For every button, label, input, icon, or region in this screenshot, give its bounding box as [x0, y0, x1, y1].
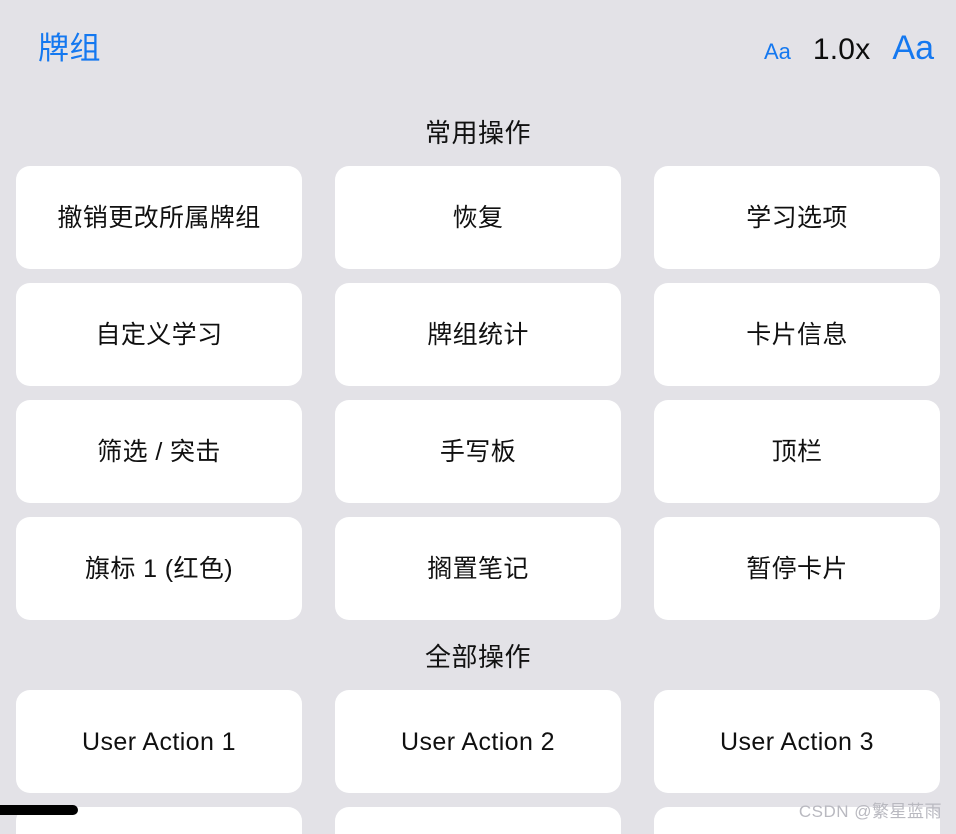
section-title: 常用操作 [424, 118, 531, 148]
action-card-label: 卡片信息 [746, 320, 848, 349]
zoom-level-value: 1.0x [812, 33, 871, 66]
action-card[interactable]: 顶栏 [654, 400, 940, 503]
action-card[interactable]: 搁置笔记 [335, 517, 621, 620]
navigation-bar: 牌组 Aa 1.0x Aa [0, 0, 956, 96]
action-card-label: 搁置笔记 [427, 554, 529, 583]
actions-scroll-area[interactable]: 常用操作 撤销更改所属牌组 恢复 学习选项 自定义学习 牌组统计 卡片信息 筛选… [0, 96, 956, 834]
increase-font-size-button[interactable]: Aa [892, 31, 934, 65]
decrease-font-size-button[interactable]: Aa [764, 41, 791, 63]
action-card-label: 手写板 [439, 437, 517, 466]
action-card[interactable]: 旗标 1 (红色) [16, 517, 302, 620]
action-card[interactable] [335, 807, 621, 834]
watermark: CSDN @繁星蓝雨 [798, 802, 942, 821]
action-card[interactable]: 学习选项 [654, 166, 940, 269]
action-card-label: 旗标 1 (红色) [84, 554, 234, 583]
section-title: 全部操作 [424, 642, 531, 672]
action-card-label: 学习选项 [746, 203, 848, 232]
action-card[interactable]: 恢复 [335, 166, 621, 269]
action-card[interactable]: 筛选 / 突击 [16, 400, 302, 503]
action-card-label: 顶栏 [771, 437, 823, 466]
action-card[interactable]: User Action 1 [16, 690, 302, 793]
action-card[interactable]: 暂停卡片 [654, 517, 940, 620]
action-card-label: User Action 2 [401, 727, 555, 756]
page-title[interactable]: 牌组 [38, 33, 101, 64]
action-card[interactable]: 撤销更改所属牌组 [16, 166, 302, 269]
app-root: 牌组 Aa 1.0x Aa 常用操作 撤销更改所属牌组 恢复 学习选项 自定义学… [0, 0, 956, 834]
action-card-label: User Action 1 [82, 727, 236, 756]
horizontal-scroll-indicator[interactable] [0, 805, 78, 815]
action-card-label: 筛选 / 突击 [97, 437, 221, 466]
action-card-label: 牌组统计 [427, 320, 529, 349]
action-card-label: User Action 3 [720, 727, 874, 756]
action-card-label: 撤销更改所属牌组 [57, 203, 261, 232]
action-card[interactable]: User Action 3 [654, 690, 940, 793]
section-common-actions: 常用操作 撤销更改所属牌组 恢复 学习选项 自定义学习 牌组统计 卡片信息 筛选… [0, 96, 956, 620]
action-card[interactable]: 卡片信息 [654, 283, 940, 386]
action-card-label: 暂停卡片 [746, 554, 848, 583]
action-card[interactable]: 自定义学习 [16, 283, 302, 386]
common-actions-grid: 撤销更改所属牌组 恢复 学习选项 自定义学习 牌组统计 卡片信息 筛选 / 突击… [0, 166, 956, 620]
action-card-label: 自定义学习 [95, 320, 223, 349]
action-card-label: 恢复 [452, 203, 504, 232]
action-card[interactable]: 牌组统计 [335, 283, 621, 386]
action-card[interactable]: User Action 2 [335, 690, 621, 793]
action-card[interactable]: 手写板 [335, 400, 621, 503]
font-size-controls: Aa 1.0x Aa [764, 31, 934, 65]
